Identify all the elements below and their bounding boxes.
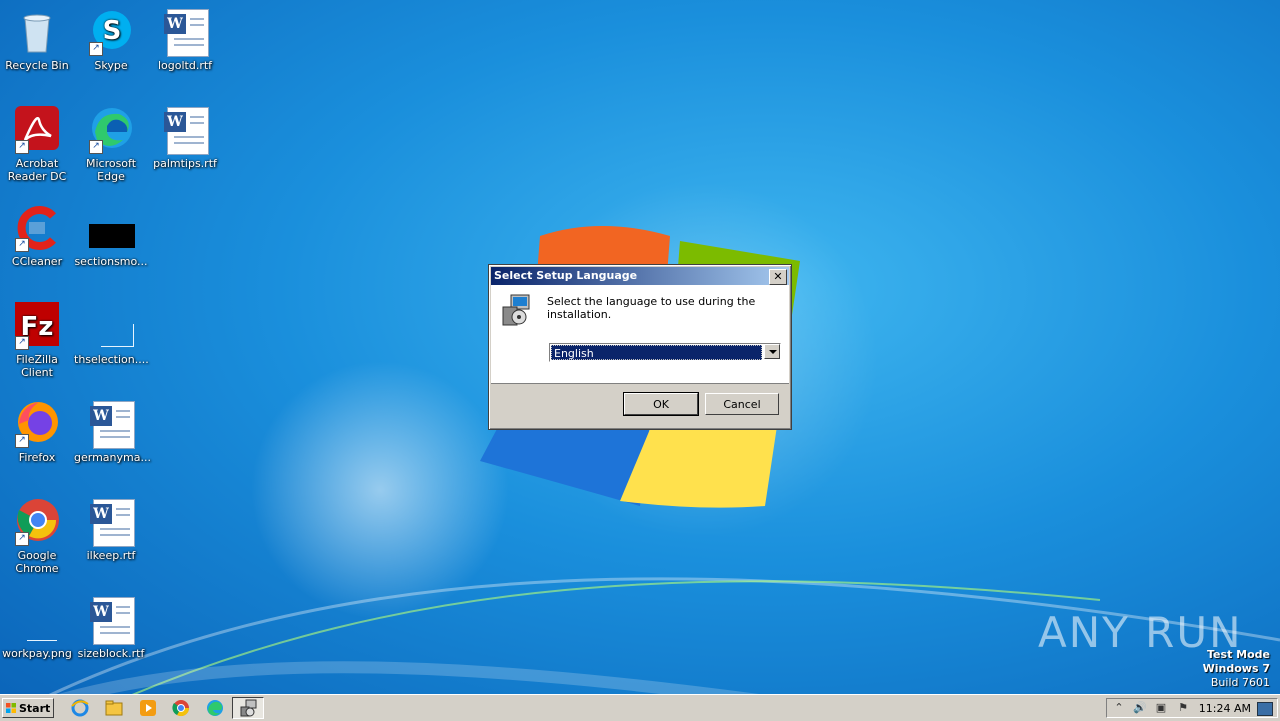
desktop-icon-label: Firefox <box>18 451 56 464</box>
desktop-icon-label: germanyma... <box>74 451 151 464</box>
image-file-icon <box>13 596 61 644</box>
language-prompt: Select the language to use during the in… <box>547 295 756 321</box>
desktop-icon-palmtips[interactable]: W palmtips.rtf <box>148 106 222 170</box>
internet-explorer-icon[interactable] <box>70 698 90 718</box>
language-dropdown[interactable]: English <box>549 343 781 362</box>
svg-text:S: S <box>103 16 122 46</box>
desktop-icon-workpay[interactable]: workpay.png <box>0 596 74 660</box>
dialog-content: Select the language to use during the in… <box>491 285 789 384</box>
black-image-icon <box>87 204 135 252</box>
edge-icon: ↗ <box>87 106 135 154</box>
desktop-icon-recycle-bin[interactable]: Recycle Bin <box>0 8 74 72</box>
dialog-title: Select Setup Language <box>494 269 638 282</box>
desktop-icon-label: sizeblock.rtf <box>77 647 145 660</box>
image-file-icon <box>87 302 135 350</box>
recycle-bin-icon <box>13 8 61 56</box>
taskbar: Start ⌃ 🔊 ▣ ⚑ 11:24 AM <box>0 694 1280 721</box>
desktop-icon-chrome[interactable]: ↗ Google Chrome <box>0 498 74 575</box>
desktop-icon-sizeblock[interactable]: W sizeblock.rtf <box>74 596 148 660</box>
file-explorer-icon[interactable] <box>104 698 124 718</box>
start-label: Start <box>19 702 51 715</box>
test-mode-label: Test Mode <box>1207 648 1270 661</box>
desktop-icon-skype[interactable]: S ↗ Skype <box>74 8 148 72</box>
desktop-icon-edge[interactable]: ↗ Microsoft Edge <box>74 106 148 183</box>
shortcut-arrow-icon: ↗ <box>15 434 29 448</box>
clock[interactable]: 11:24 AM <box>1199 699 1251 718</box>
chrome-icon: ↗ <box>13 498 61 546</box>
desktop-icon-filezilla[interactable]: Fz ↗ FileZilla Client <box>0 302 74 379</box>
word-document-icon: W <box>87 498 135 547</box>
setup-taskbar-icon <box>240 699 257 717</box>
desktop-icon-ccleaner[interactable]: ↗ CCleaner <box>0 204 74 268</box>
setup-installer-icon <box>499 293 533 327</box>
system-tray: ⌃ 🔊 ▣ ⚑ 11:24 AM <box>1106 698 1278 718</box>
shortcut-arrow-icon: ↗ <box>89 140 103 154</box>
desktop-icon-label: logoltd.rtf <box>157 59 213 72</box>
desktop-icon-germanyma[interactable]: W germanyma... <box>74 400 151 464</box>
dropdown-arrow-icon[interactable] <box>764 344 780 359</box>
desktop-icon-label: thselection.... <box>74 353 149 366</box>
chrome-taskbar-icon[interactable] <box>171 698 191 718</box>
ccleaner-icon: ↗ <box>13 204 61 252</box>
show-hidden-icons-icon[interactable]: ⌃ <box>1113 702 1125 714</box>
desktop-icon-label: palmtips.rtf <box>153 157 217 170</box>
firefox-icon: ↗ <box>13 400 61 448</box>
filezilla-icon: Fz ↗ <box>13 302 61 350</box>
word-document-icon: W <box>87 596 135 645</box>
word-document-icon: W <box>161 106 209 155</box>
desktop-icon-label: FileZilla Client <box>16 353 58 379</box>
desktop-icon-label: Google Chrome <box>15 549 59 575</box>
windows-version-label: Windows 7 <box>1202 662 1270 675</box>
word-document-icon: W <box>161 8 209 57</box>
skype-icon: S ↗ <box>87 8 135 56</box>
desktop-icon-label: Acrobat Reader DC <box>7 157 67 183</box>
shortcut-arrow-icon: ↗ <box>15 140 29 154</box>
edge-taskbar-icon[interactable] <box>205 698 225 718</box>
ok-button[interactable]: OK <box>623 392 699 416</box>
cancel-button[interactable]: Cancel <box>705 393 779 415</box>
desktop-icon-firefox[interactable]: ↗ Firefox <box>0 400 74 464</box>
desktop-icon-label: Microsoft Edge <box>85 157 137 183</box>
shortcut-arrow-icon: ↗ <box>89 42 103 56</box>
shortcut-arrow-icon: ↗ <box>15 238 29 252</box>
desktop-icon-label: CCleaner <box>11 255 63 268</box>
shortcut-arrow-icon: ↗ <box>15 532 29 546</box>
desktop-icon-label: sectionsmo... <box>74 255 148 268</box>
word-document-icon: W <box>87 400 135 449</box>
desktop-icon-logoltd[interactable]: W logoltd.rtf <box>148 8 222 72</box>
shortcut-arrow-icon: ↗ <box>15 336 29 350</box>
desktop-icon-label: workpay.png <box>2 647 72 660</box>
setup-language-dialog: Select Setup Language ✕ Select the langu… <box>488 264 792 430</box>
acrobat-reader-icon: ↗ <box>13 106 61 154</box>
close-button[interactable]: ✕ <box>769 269 787 285</box>
start-button[interactable]: Start <box>2 698 54 718</box>
desktop-icon-ilkeep[interactable]: W ilkeep.rtf <box>74 498 148 562</box>
dialog-title-bar[interactable]: Select Setup Language ✕ <box>491 267 789 285</box>
desktop-icon-sectionsmo[interactable]: sectionsmo... <box>74 204 148 268</box>
media-player-icon[interactable] <box>138 698 158 718</box>
desktop-icon-thselection[interactable]: thselection.... <box>74 302 149 366</box>
selected-language: English <box>551 345 762 360</box>
show-desktop-icon[interactable] <box>1257 702 1273 716</box>
desktop-icon-acrobat[interactable]: ↗ Acrobat Reader DC <box>0 106 74 183</box>
test-mode-watermark: Test Mode Windows 7 Build 7601 <box>1203 648 1270 690</box>
desktop-icon-label: Skype <box>94 59 128 72</box>
setup-taskbar-button[interactable] <box>232 697 264 719</box>
action-center-flag-icon[interactable]: ⚑ <box>1177 702 1189 714</box>
windows-flag-icon <box>6 703 16 713</box>
volume-icon[interactable]: 🔊 <box>1133 702 1147 714</box>
build-number-label: Build 7601 <box>1210 676 1270 689</box>
desktop-icon-label: Recycle Bin <box>5 59 69 72</box>
network-icon[interactable]: ▣ <box>1155 702 1167 714</box>
desktop-icon-label: ilkeep.rtf <box>86 549 136 562</box>
